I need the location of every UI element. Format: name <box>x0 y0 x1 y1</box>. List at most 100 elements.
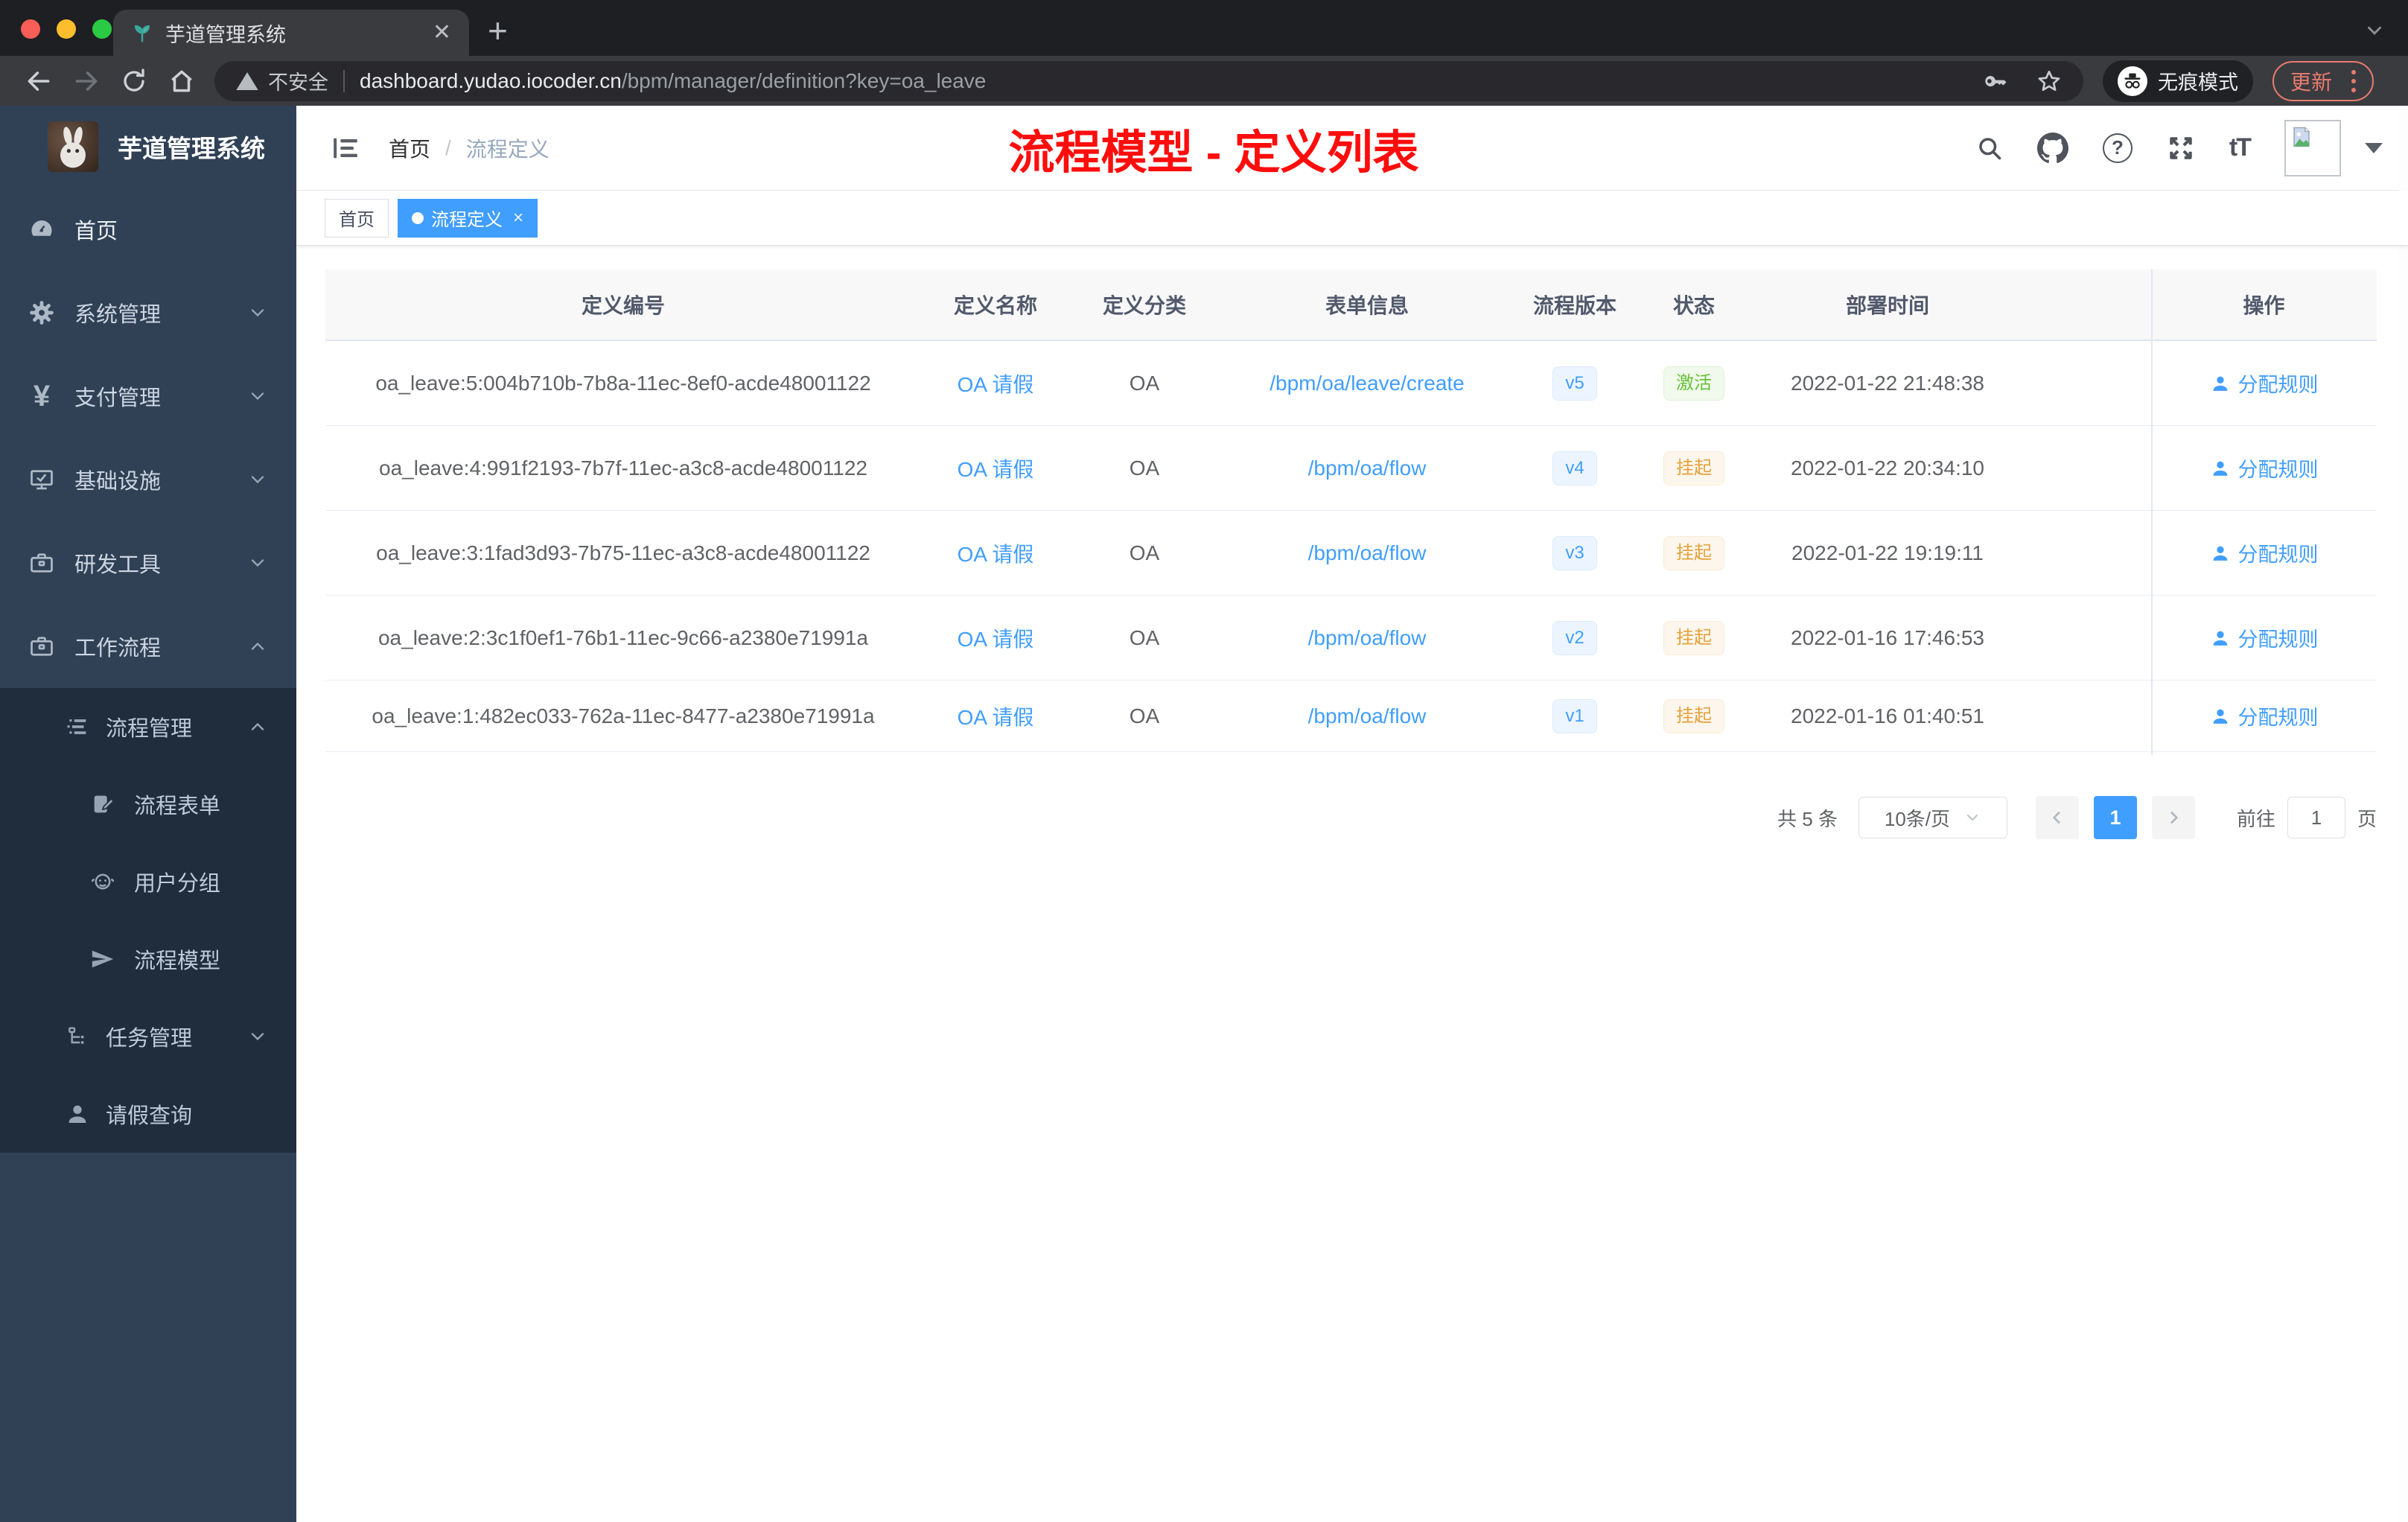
back-button[interactable] <box>15 67 63 95</box>
font-size-icon[interactable]: tT <box>2229 133 2252 162</box>
tab-close-icon[interactable]: ✕ <box>433 22 451 44</box>
column-header: 操作 <box>2243 294 2285 317</box>
assign-rule-button[interactable]: 分配规则 <box>2210 369 2319 398</box>
insecure-warning-icon[interactable] <box>235 69 259 93</box>
definition-id: oa_leave:3:1fad3d93-7b75-11ec-a3c8-acde4… <box>376 541 870 564</box>
definition-name-link[interactable]: OA 请假 <box>921 701 1070 731</box>
home-button[interactable] <box>158 67 206 95</box>
insecure-label[interactable]: 不安全 <box>268 66 328 95</box>
sidebar-toggle-icon[interactable] <box>331 133 360 163</box>
deploy-time: 2022-01-22 19:19:11 <box>1791 541 1984 564</box>
sidebar-item-process-model[interactable]: 流程模型 <box>0 920 296 998</box>
definition-name-link[interactable]: OA 请假 <box>921 369 1070 398</box>
sidebar-nav: 首页 系统管理 ¥ 支付管理 基础设施 研发工具 工作流程 流程管理 流程表单 … <box>0 188 296 1153</box>
form-edit-icon <box>89 791 116 818</box>
tag-home[interactable]: 首页 <box>325 198 389 238</box>
sidebar-item-payment[interactable]: ¥ 支付管理 <box>0 354 296 438</box>
version-badge: v5 <box>1552 366 1597 401</box>
column-header: 定义分类 <box>1102 294 1186 317</box>
sidebar-item-workflow[interactable]: 工作流程 <box>0 605 296 688</box>
help-icon[interactable]: ? <box>2102 133 2133 163</box>
chevron-down-icon <box>247 469 268 490</box>
reload-button[interactable] <box>110 68 158 95</box>
assign-rule-button[interactable]: 分配规则 <box>2210 623 2319 652</box>
dashboard-icon <box>28 216 55 243</box>
bookmark-star-icon[interactable] <box>2036 68 2063 95</box>
status-badge: 激活 <box>1663 366 1724 401</box>
table-header-row: 定义编号 定义名称 定义分类 表单信息 流程版本 状态 部署时间 操作 <box>325 270 2377 341</box>
avatar[interactable] <box>2284 119 2341 176</box>
table-row: oa_leave:2:3c1f0ef1-76b1-11ec-9c66-a2380… <box>325 596 2377 681</box>
browser-window: 芋道管理系统 ✕ + 不安全 dashboard.yudao.iocoder.c… <box>0 0 2408 1522</box>
sidebar-item-user-group[interactable]: 用户分组 <box>0 843 296 920</box>
incognito-badge: 无痕模式 <box>2102 60 2253 102</box>
assign-rule-button[interactable]: 分配规则 <box>2210 701 2319 730</box>
form-link[interactable]: /bpm/oa/flow <box>1219 541 1515 565</box>
page-number-active[interactable]: 1 <box>2093 796 2137 839</box>
definition-name-link[interactable]: OA 请假 <box>921 623 1070 653</box>
active-tag-dot <box>412 211 424 224</box>
sidebar-item-leave-query[interactable]: 请假查询 <box>0 1075 296 1153</box>
form-link[interactable]: /bpm/oa/flow <box>1219 456 1515 480</box>
page-unit-label: 页 <box>2357 807 2377 830</box>
monitor-icon <box>28 466 55 493</box>
sidebar-item-infrastructure[interactable]: 基础设施 <box>0 438 296 521</box>
table-row: oa_leave:3:1fad3d93-7b75-11ec-a3c8-acde4… <box>325 511 2377 596</box>
definition-name-link[interactable]: OA 请假 <box>921 453 1070 483</box>
goto-page-input[interactable]: 1 <box>2287 797 2345 838</box>
chevron-up-icon <box>247 636 268 657</box>
zoom-window-button[interactable] <box>92 19 112 39</box>
send-plane-icon <box>89 946 116 972</box>
tag-process-definition[interactable]: 流程定义 × <box>398 198 538 238</box>
assign-rule-button[interactable]: 分配规则 <box>2210 538 2319 567</box>
sidebar: 芋道管理系统 首页 系统管理 ¥ 支付管理 基础设施 研发工具 工作流程 流程管… <box>0 106 296 1522</box>
definition-name-link[interactable]: OA 请假 <box>921 538 1070 568</box>
sidebar-item-system[interactable]: 系统管理 <box>0 271 296 354</box>
toolbox-icon <box>28 550 55 576</box>
password-key-icon[interactable] <box>1982 69 2007 94</box>
breadcrumb-home[interactable]: 首页 <box>389 133 430 163</box>
github-icon[interactable] <box>2036 132 2068 164</box>
next-page-button[interactable] <box>2151 796 2195 839</box>
browser-menu-icon[interactable] <box>2351 69 2356 92</box>
definition-category: OA <box>1129 541 1160 564</box>
app-title: 芋道管理系统 <box>118 135 265 162</box>
fixed-column-divider <box>2151 270 2153 755</box>
sidebar-item-task-management[interactable]: 任务管理 <box>0 998 296 1075</box>
status-badge: 挂起 <box>1663 535 1724 570</box>
form-link[interactable]: /bpm/oa/flow <box>1219 626 1515 650</box>
prev-page-button[interactable] <box>2035 796 2079 839</box>
update-label[interactable]: 更新 <box>2290 66 2332 96</box>
goto-label: 前往 <box>2236 807 2275 830</box>
table-row: oa_leave:5:004b710b-7b8a-11ec-8ef0-acde4… <box>325 341 2377 426</box>
search-icon[interactable] <box>1976 135 2003 162</box>
form-link[interactable]: /bpm/oa/flow <box>1219 704 1515 728</box>
forward-button[interactable] <box>63 67 110 95</box>
tab-search-chevron-icon[interactable] <box>2363 19 2386 42</box>
assign-rule-button[interactable]: 分配规则 <box>2210 453 2319 483</box>
tags-view-bar: 首页 流程定义 × <box>296 191 2408 246</box>
sidebar-item-process-management[interactable]: 流程管理 <box>0 688 296 765</box>
page-scrollbar[interactable] <box>2399 106 2408 1522</box>
avatar-caret-icon[interactable] <box>2365 142 2383 153</box>
new-tab-button[interactable]: + <box>488 13 508 48</box>
page-size-select[interactable]: 10条/页 <box>1858 797 2007 838</box>
sidebar-item-home[interactable]: 首页 <box>0 188 296 271</box>
browser-tab[interactable]: 芋道管理系统 ✕ <box>113 10 469 56</box>
form-link[interactable]: /bpm/oa/leave/create <box>1219 372 1515 395</box>
breadcrumb: 首页 / 流程定义 <box>389 133 550 163</box>
close-window-button[interactable] <box>21 19 40 39</box>
minimize-window-button[interactable] <box>57 19 76 39</box>
sidebar-item-process-form[interactable]: 流程表单 <box>0 765 296 843</box>
tag-close-icon[interactable]: × <box>513 208 523 229</box>
update-button[interactable]: 更新 <box>2272 60 2374 101</box>
chevron-down-icon <box>247 553 268 573</box>
chevron-down-icon <box>1966 814 1978 821</box>
fullscreen-icon[interactable] <box>2167 134 2195 162</box>
tab-strip: 芋道管理系统 ✕ + <box>0 0 2408 56</box>
definition-category: OA <box>1129 625 1160 649</box>
sidebar-item-devtools[interactable]: 研发工具 <box>0 521 296 605</box>
chevron-down-icon <box>247 386 268 407</box>
column-header: 表单信息 <box>1325 294 1409 317</box>
address-bar[interactable]: 不安全 dashboard.yudao.iocoder.cn/bpm/manag… <box>214 60 2083 101</box>
